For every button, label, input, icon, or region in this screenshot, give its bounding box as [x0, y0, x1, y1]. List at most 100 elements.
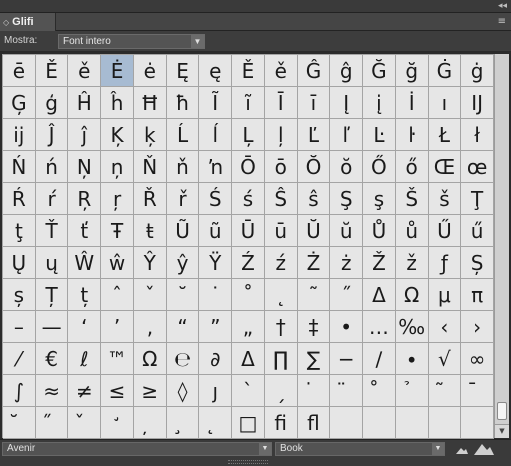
glyph-cell[interactable]: ē: [3, 55, 36, 87]
vertical-scrollbar[interactable]: ▼: [494, 54, 509, 438]
glyph-cell[interactable]: €: [35, 343, 69, 375]
glyph-cell[interactable]: ŵ: [101, 247, 134, 279]
glyph-cell[interactable]: ě: [264, 55, 298, 87]
glyph-cell[interactable]: ř: [166, 183, 200, 215]
glyph-cell[interactable]: Ő: [363, 151, 396, 183]
zoom-in-mountain-icon[interactable]: [474, 440, 494, 456]
glyph-cell[interactable]: ų: [35, 247, 69, 279]
scroll-down-arrow-icon[interactable]: ▼: [495, 424, 509, 438]
glyph-cell[interactable]: ĳ: [3, 119, 36, 151]
glyph-cell[interactable]: Ł: [428, 119, 462, 151]
scroll-thumb[interactable]: [497, 402, 507, 420]
glyph-cell[interactable]: Ū: [232, 215, 265, 247]
glyph-cell[interactable]: ‘: [68, 311, 102, 343]
glyph-cell[interactable]: ™: [101, 343, 134, 375]
glyph-cell[interactable]: ≥: [133, 375, 167, 407]
glyph-cell[interactable]: ˏ: [264, 375, 298, 407]
glyph-cell[interactable]: ∏: [264, 343, 298, 375]
glyph-cell[interactable]: ∂: [199, 343, 233, 375]
glyph-cell[interactable]: Ω: [133, 343, 167, 375]
glyph-cell[interactable]: ›: [461, 311, 494, 343]
glyph-cell[interactable]: ̈: [330, 375, 364, 407]
glyph-cell[interactable]: ƒ: [428, 247, 462, 279]
glyph-cell[interactable]: ̧: [166, 407, 200, 439]
glyph-cell[interactable]: ̆: [3, 407, 36, 439]
glyph-cell[interactable]: …: [363, 311, 396, 343]
tab-glyphs[interactable]: ◇ Glifi: [0, 13, 56, 31]
glyph-cell[interactable]: ̃: [428, 375, 462, 407]
glyph-cell[interactable]: ŀ: [395, 119, 429, 151]
glyph-cell[interactable]: Ŧ: [101, 215, 134, 247]
glyph-cell[interactable]: [330, 407, 364, 439]
glyph-cell[interactable]: π: [461, 279, 494, 311]
font-family-dropdown[interactable]: Avenir ▼: [2, 442, 272, 456]
glyph-cell[interactable]: [395, 407, 429, 439]
glyph-cell[interactable]: ”: [199, 311, 233, 343]
glyph-cell[interactable]: ŕ: [35, 183, 69, 215]
glyph-cell[interactable]: ’: [101, 311, 134, 343]
glyph-cell[interactable]: μ: [428, 279, 462, 311]
glyph-cell[interactable]: İ: [395, 87, 429, 119]
glyph-cell[interactable]: ğ: [395, 55, 429, 87]
glyph-cell[interactable]: [363, 407, 396, 439]
glyph-cell[interactable]: Į: [330, 87, 364, 119]
glyph-cell[interactable]: ℮: [166, 343, 200, 375]
glyph-cell[interactable]: Ę: [166, 55, 200, 87]
glyph-cell[interactable]: ţ: [3, 215, 36, 247]
glyph-cell[interactable]: Δ: [232, 343, 265, 375]
glyph-cell[interactable]: ≈: [35, 375, 69, 407]
glyph-cell[interactable]: Ī: [264, 87, 298, 119]
glyph-cell[interactable]: [461, 407, 494, 439]
glyph-cell[interactable]: Š: [395, 183, 429, 215]
glyph-cell[interactable]: Ŏ: [297, 151, 331, 183]
glyph-cell[interactable]: œ: [461, 151, 494, 183]
glyph-cell[interactable]: ġ: [461, 55, 494, 87]
glyph-cell[interactable]: ģ: [35, 87, 69, 119]
glyph-cell[interactable]: ŧ: [133, 215, 167, 247]
glyph-cell[interactable]: ź: [264, 247, 298, 279]
glyph-cell[interactable]: ō: [264, 151, 298, 183]
glyph-cell[interactable]: Ħ: [133, 87, 167, 119]
glyph-cell[interactable]: ˘: [166, 279, 200, 311]
glyph-cell[interactable]: ˝: [330, 279, 364, 311]
glyph-cell[interactable]: Ŀ: [363, 119, 396, 151]
glyph-cell[interactable]: Œ: [428, 151, 462, 183]
glyph-cell[interactable]: ˙: [199, 279, 233, 311]
glyph-cell[interactable]: Ũ: [166, 215, 200, 247]
glyph-cell[interactable]: ű: [461, 215, 494, 247]
glyph-cell[interactable]: ˋ: [232, 375, 265, 407]
glyph-cell[interactable]: ﬁ: [264, 407, 298, 439]
glyph-cell[interactable]: ≤: [101, 375, 134, 407]
glyph-cell[interactable]: ū: [264, 215, 298, 247]
glyph-cell[interactable]: Ņ: [68, 151, 102, 183]
glyph-cell[interactable]: ≠: [68, 375, 102, 407]
glyph-cell[interactable]: Ģ: [3, 87, 36, 119]
glyph-cell[interactable]: Ľ: [297, 119, 331, 151]
glyph-cell[interactable]: Ġ: [428, 55, 462, 87]
glyph-cell[interactable]: Ŷ: [133, 247, 167, 279]
glyph-cell[interactable]: „: [232, 311, 265, 343]
glyph-cell[interactable]: ∞: [461, 343, 494, 375]
glyph-cell[interactable]: ė: [133, 55, 167, 87]
glyph-cell[interactable]: Ų: [3, 247, 36, 279]
glyph-cell[interactable]: ̊: [363, 375, 396, 407]
glyph-cell[interactable]: ļ: [264, 119, 298, 151]
glyph-cell[interactable]: Ğ: [363, 55, 396, 87]
glyph-cell[interactable]: Ě: [35, 55, 69, 87]
glyph-cell[interactable]: ̌: [68, 407, 102, 439]
glyph-cell[interactable]: Ţ: [461, 183, 494, 215]
glyph-cell[interactable]: ı: [428, 87, 462, 119]
glyph-cell[interactable]: Ŕ: [3, 183, 36, 215]
glyph-cell[interactable]: Ř: [133, 183, 167, 215]
glyph-cell[interactable]: Δ: [363, 279, 396, 311]
glyph-cell[interactable]: Ź: [232, 247, 265, 279]
glyph-cell[interactable]: Ż: [297, 247, 331, 279]
glyph-cell[interactable]: Ň: [133, 151, 167, 183]
glyph-cell[interactable]: “: [166, 311, 200, 343]
glyph-cell[interactable]: ̛: [101, 407, 134, 439]
glyph-cell[interactable]: Ŝ: [264, 183, 298, 215]
show-dropdown[interactable]: Font intero ▼: [58, 34, 205, 49]
glyph-cell[interactable]: ę: [199, 55, 233, 87]
glyph-cell[interactable]: ˛: [264, 279, 298, 311]
glyph-cell[interactable]: ņ: [101, 151, 134, 183]
